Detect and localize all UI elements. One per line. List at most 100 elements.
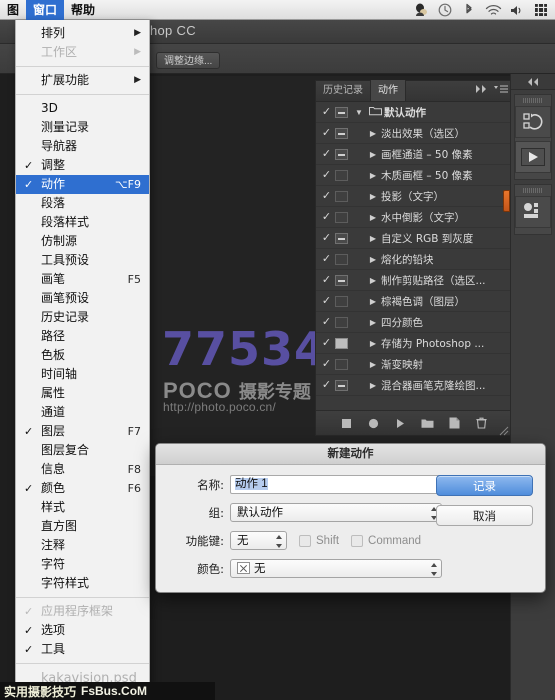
menu-item-paragraph[interactable]: 段落 [16, 194, 149, 213]
action-disclosure-11[interactable]: ▶ [365, 333, 381, 354]
new-set-icon[interactable] [420, 416, 434, 430]
record-button[interactable]: 记录 [436, 475, 533, 496]
action-disclosure-8[interactable]: ▶ [365, 270, 381, 291]
panel-resize-grip[interactable] [499, 423, 509, 433]
action-toggle-9[interactable]: ✓ [318, 291, 335, 312]
action-toggle-8[interactable]: ✓ [318, 270, 335, 291]
menu-item-channels[interactable]: 通道 [16, 403, 149, 422]
menu-item-actions[interactable]: ✓动作⌥F9 [16, 175, 149, 194]
action-modal-4[interactable] [335, 191, 348, 202]
action-toggle-13[interactable]: ✓ [318, 375, 335, 396]
action-modal-3[interactable] [335, 170, 348, 181]
action-modal-5[interactable] [335, 212, 348, 223]
action-row-6[interactable]: ✓ ▶ 自定义 RGB 到灰度 [316, 228, 511, 249]
menu-item-notes[interactable]: 注释 [16, 536, 149, 555]
panel-menu-icon[interactable] [494, 85, 508, 93]
name-input[interactable]: 动作 1 [230, 475, 442, 494]
menu-item-styles[interactable]: 样式 [16, 498, 149, 517]
volume-icon[interactable] [505, 0, 529, 20]
set-select[interactable]: 默认动作 [230, 503, 442, 522]
action-disclosure-3[interactable]: ▶ [365, 165, 381, 186]
action-row-8[interactable]: ✓ ▶ 制作剪贴路径（选区... [316, 270, 511, 291]
action-disclosure-1[interactable]: ▶ [365, 123, 381, 144]
action-toggle-3[interactable]: ✓ [318, 165, 335, 186]
menu-item-paths[interactable]: 路径 [16, 327, 149, 346]
menu-item-brush[interactable]: 画笔F5 [16, 270, 149, 289]
action-row-2[interactable]: ✓ ▶ 画框通道 – 50 像素 [316, 144, 511, 165]
action-disclosure-2[interactable]: ▶ [365, 144, 381, 165]
delete-icon[interactable] [474, 416, 488, 430]
menu-item-timeline[interactable]: 时间轴 [16, 365, 149, 384]
tab-actions[interactable]: 动作 [371, 80, 406, 101]
window-menu-dropdown[interactable]: 排列▶ 工作区▶ 扩展功能▶ 3D 测量记录 导航器 ✓调整 ✓动作⌥F9 段落… [15, 20, 150, 687]
action-modal-0[interactable] [335, 107, 348, 118]
menu-item-tools[interactable]: ✓工具 [16, 640, 149, 659]
macos-menu-window[interactable]: 窗口 [26, 0, 64, 20]
dock-drag-handle-2[interactable] [523, 188, 543, 193]
action-disclosure-13[interactable]: ▶ [365, 375, 381, 396]
play-icon[interactable] [393, 416, 407, 430]
action-disclosure-0[interactable]: ▼ [351, 102, 367, 123]
action-disclosure-6[interactable]: ▶ [365, 228, 381, 249]
3d-panel-icon[interactable] [515, 196, 551, 228]
command-checkbox-wrap[interactable]: Command [351, 535, 421, 547]
action-toggle-2[interactable]: ✓ [318, 144, 335, 165]
macos-menu-image[interactable]: 图 [0, 0, 26, 20]
action-row-12[interactable]: ✓ ▶ 渐变映射 [316, 354, 511, 375]
menu-item-measurement-log[interactable]: 测量记录 [16, 118, 149, 137]
shift-checkbox[interactable] [299, 535, 311, 547]
action-modal-9[interactable] [335, 296, 348, 307]
action-row-7[interactable]: ✓ ▶ 熔化的铅块 [316, 249, 511, 270]
action-row-10[interactable]: ✓ ▶ 四分颜色 [316, 312, 511, 333]
action-modal-13[interactable] [335, 380, 348, 391]
user-icon[interactable] [409, 0, 433, 20]
action-row-5[interactable]: ✓ ▶ 水中倒影（文字） [316, 207, 511, 228]
action-modal-6[interactable] [335, 233, 348, 244]
action-modal-11[interactable] [335, 338, 348, 349]
shift-checkbox-wrap[interactable]: Shift [299, 535, 339, 547]
menu-item-brush-presets[interactable]: 画笔预设 [16, 289, 149, 308]
action-row-4[interactable]: ✓ ▶ 投影（文字） [316, 186, 511, 207]
history-snapshot-icon[interactable] [515, 106, 551, 138]
menu-item-character-styles[interactable]: 字符样式 [16, 574, 149, 593]
stop-icon[interactable] [339, 416, 353, 430]
command-checkbox[interactable] [351, 535, 363, 547]
action-row-3[interactable]: ✓ ▶ 木质画框 – 50 像素 [316, 165, 511, 186]
action-modal-1[interactable] [335, 128, 348, 139]
action-row-1[interactable]: ✓ ▶ 淡出效果（选区） [316, 123, 511, 144]
menu-item-tool-presets[interactable]: 工具预设 [16, 251, 149, 270]
action-toggle-4[interactable]: ✓ [318, 186, 335, 207]
action-toggle-10[interactable]: ✓ [318, 312, 335, 333]
action-toggle-11[interactable]: ✓ [318, 333, 335, 354]
action-modal-12[interactable] [335, 359, 348, 370]
menu-item-extensions[interactable]: 扩展功能▶ [16, 71, 149, 90]
collapse-icon[interactable] [476, 85, 489, 93]
foreground-color-sliver[interactable] [503, 190, 510, 212]
time-machine-icon[interactable] [433, 0, 457, 20]
menu-item-paragraph-styles[interactable]: 段落样式 [16, 213, 149, 232]
action-disclosure-4[interactable]: ▶ [365, 186, 381, 207]
action-toggle-5[interactable]: ✓ [318, 207, 335, 228]
dock-drag-handle[interactable] [523, 98, 543, 103]
menu-item-arrange[interactable]: 排列▶ [16, 24, 149, 43]
input-source-icon[interactable] [529, 0, 553, 20]
menu-item-swatches[interactable]: 色板 [16, 346, 149, 365]
action-modal-7[interactable] [335, 254, 348, 265]
menu-item-info[interactable]: 信息F8 [16, 460, 149, 479]
action-toggle-7[interactable]: ✓ [318, 249, 335, 270]
menu-item-application-frame[interactable]: ✓应用程序框架 [16, 602, 149, 621]
color-select[interactable]: 无 [230, 559, 442, 578]
action-disclosure-10[interactable]: ▶ [365, 312, 381, 333]
cancel-button[interactable]: 取消 [436, 505, 533, 526]
macos-menu-help[interactable]: 帮助 [64, 0, 102, 20]
menu-item-history[interactable]: 历史记录 [16, 308, 149, 327]
action-row-0[interactable]: ✓ ▼ 默认动作 [316, 102, 511, 123]
refine-edge-button[interactable]: 调整边缘... [156, 52, 220, 69]
menu-item-histogram[interactable]: 直方图 [16, 517, 149, 536]
function-key-select[interactable]: 无 [230, 531, 287, 550]
menu-item-layer-comps[interactable]: 图层复合 [16, 441, 149, 460]
menu-item-color[interactable]: ✓颜色F6 [16, 479, 149, 498]
tab-history[interactable]: 历史记录 [316, 80, 371, 101]
action-toggle-1[interactable]: ✓ [318, 123, 335, 144]
menu-item-workspace[interactable]: 工作区▶ [16, 43, 149, 62]
